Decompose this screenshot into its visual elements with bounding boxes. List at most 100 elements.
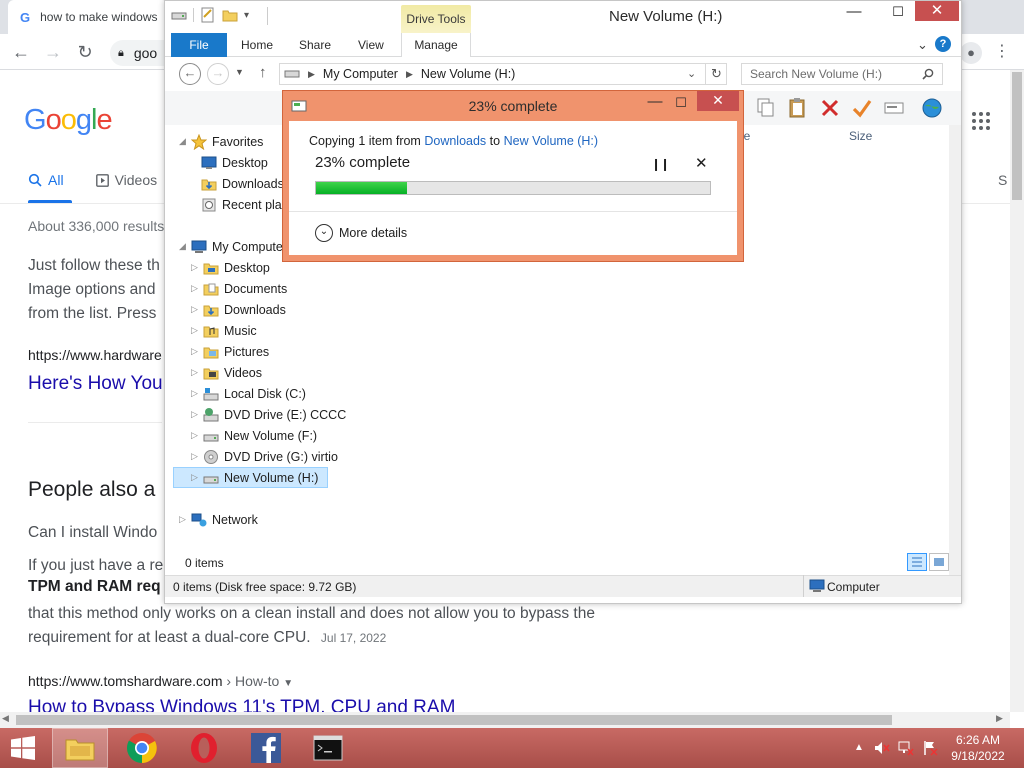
system-clock[interactable]: 6:26 AM 9/18/2022 [948,732,1008,764]
expand-icon[interactable]: ▷ [191,388,201,399]
profile-icon[interactable]: ● [960,42,982,64]
chrome-tab[interactable]: G how to make windows [8,0,168,34]
pause-icon[interactable]: ❙❙ [651,157,670,171]
nav-mc-item[interactable]: ▷ DVD Drive (G:) virtio [191,446,338,467]
expand-icon[interactable]: ◢ [179,136,189,147]
maximize-button[interactable]: ☐ [881,1,915,23]
copy-icon[interactable] [755,97,777,119]
tab-file[interactable]: File [171,33,227,57]
tab-cut-label[interactable]: S [998,172,1007,188]
checkmark-icon[interactable] [851,97,873,119]
expand-icon[interactable]: ▷ [191,451,201,462]
nav-network[interactable]: ▷ Network [179,509,258,530]
expand-icon[interactable]: ▷ [191,346,201,357]
delete-icon[interactable] [819,97,841,119]
action-center-flag-icon[interactable] [922,740,938,756]
tab-videos[interactable]: Videos [95,172,157,188]
recent-locations-icon[interactable]: ▼ [235,67,244,77]
taskbar-opera[interactable] [176,728,232,768]
source-link[interactable]: Downloads [424,134,486,148]
properties-icon[interactable] [200,7,216,23]
tab-manage[interactable]: Manage [401,33,471,57]
nav-mc-item[interactable]: ▷ Local Disk (C:) [191,383,306,404]
minimize-button[interactable]: — [837,1,871,23]
show-hidden-icons-icon[interactable]: ▲ [854,740,870,756]
result-link[interactable]: Here's How You [28,373,163,395]
nav-my-computer[interactable]: ◢ My Compute [179,236,283,257]
tab-view[interactable]: View [358,33,384,57]
chevron-right-icon[interactable]: ▶ [406,69,413,80]
taskbar-file-explorer[interactable] [52,728,108,768]
address-bar[interactable]: ▶ My Computer ▶ New Volume (H:) [279,63,727,85]
details-view-icon[interactable] [907,553,927,571]
stop-icon[interactable]: ✕ [695,154,708,172]
expand-icon[interactable]: ▷ [191,409,201,420]
result-url[interactable]: https://www.hardware [28,347,162,363]
forward-icon[interactable]: → [207,63,229,85]
volume-muted-icon[interactable] [874,740,890,756]
content-scrollbar[interactable] [949,125,961,575]
refresh-icon[interactable]: ↻ [705,63,727,85]
back-icon[interactable]: ← [179,63,201,85]
large-icons-view-icon[interactable] [929,553,949,571]
expand-ribbon-icon[interactable]: ⌄ [917,37,928,53]
google-logo[interactable]: Google [24,104,113,137]
network-status-icon[interactable] [898,740,914,756]
nav-fav-item[interactable]: Desktop [201,152,268,173]
new-folder-icon[interactable] [222,7,238,23]
close-button[interactable]: ✕ [915,1,959,21]
close-button[interactable]: ✕ [697,91,739,111]
tab-share[interactable]: Share [299,33,331,57]
expand-icon[interactable]: ▷ [191,304,201,315]
tab-all[interactable]: All [28,172,64,188]
nav-mc-item[interactable]: ▷ New Volume (F:) [191,425,317,446]
address-dropdown-icon[interactable]: ⌄ [687,67,696,80]
address-segment[interactable]: My Computer [323,67,398,81]
tab-home[interactable]: Home [241,33,273,57]
customize-qat-icon[interactable]: ▾ [244,10,249,21]
expand-icon[interactable]: ▷ [179,514,189,525]
taskbar-facebook[interactable] [238,728,294,768]
forward-icon[interactable]: → [42,42,64,64]
nav-mc-item[interactable]: ▷ Music [191,320,257,341]
taskbar-command-prompt[interactable] [300,728,356,768]
expand-icon[interactable]: ▷ [191,367,201,378]
result-url[interactable]: https://www.tomshardware.com › How-to ▼ [28,673,293,689]
nav-mc-item[interactable]: ▷ Downloads [191,299,286,320]
rename-icon[interactable] [883,97,905,119]
paste-icon[interactable] [787,97,809,119]
expand-icon[interactable]: ▷ [191,262,201,273]
expand-icon[interactable]: ▷ [191,430,201,441]
nav-mc-item[interactable]: ▷ Documents [191,278,287,299]
chrome-menu-icon[interactable]: ⋮ [994,42,1010,64]
scroll-right-icon[interactable]: ▶ [996,713,1003,724]
chevron-right-icon[interactable]: ▶ [308,69,315,80]
nav-mc-item[interactable]: ▷ Desktop [191,257,270,278]
minimize-button[interactable]: — [645,94,665,113]
more-details-button[interactable]: ⌄ More details [315,224,407,242]
up-icon[interactable]: ↑ [259,64,267,81]
vertical-scroll-thumb[interactable] [1012,72,1022,200]
help-icon[interactable]: ? [935,36,951,52]
nav-mc-item[interactable]: ▷ Pictures [191,341,269,362]
reload-icon[interactable]: ↻ [74,42,96,64]
nav-fav-item[interactable]: Downloads [201,173,284,194]
result-link[interactable]: How to Bypass Windows 11's TPM, CPU and … [28,697,455,712]
globe-icon[interactable] [921,97,943,119]
google-apps-icon[interactable] [972,112,990,130]
caret-down-icon[interactable]: ▼ [283,678,293,689]
horizontal-scroll-thumb[interactable] [16,715,892,725]
column-size[interactable]: Size [849,129,872,143]
nav-mc-item[interactable]: ▷ DVD Drive (E:) CCCC [191,404,346,425]
expand-icon[interactable]: ▷ [191,325,201,336]
nav-mc-item[interactable]: ▷ Videos [191,362,262,383]
expand-icon[interactable]: ▷ [191,472,201,483]
nav-mc-item-selected[interactable]: ▷ New Volume (H:) [173,467,328,488]
start-button[interactable] [0,728,46,768]
maximize-button[interactable]: ☐ [671,95,691,113]
destination-link[interactable]: New Volume (H:) [504,134,598,148]
question-item[interactable]: Can I install Windo [28,521,157,545]
nav-fav-item[interactable]: Recent plac [201,194,288,215]
taskbar-chrome[interactable] [114,728,170,768]
address-segment[interactable]: New Volume (H:) [421,67,515,81]
